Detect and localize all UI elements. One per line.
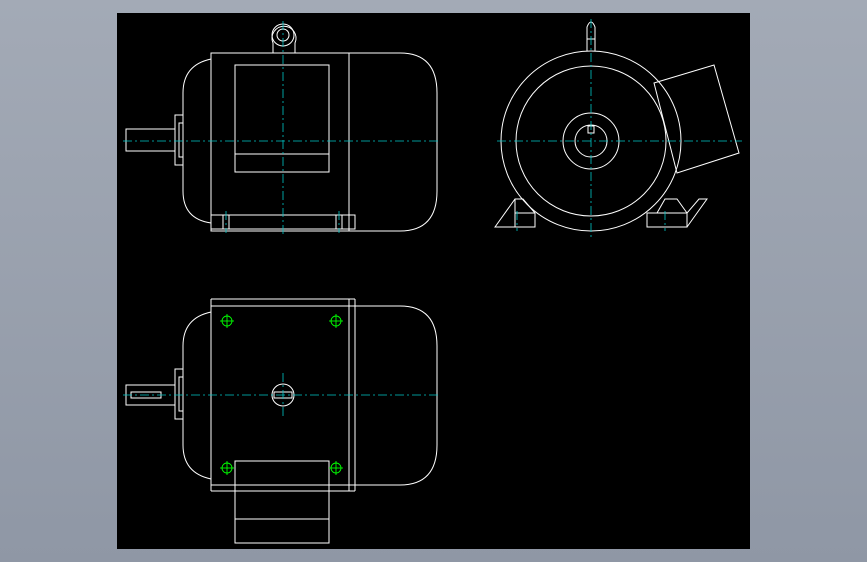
front-housing-outline <box>210 52 438 232</box>
front-terminal-box <box>234 64 330 173</box>
mount-hole-marks <box>220 314 343 475</box>
top-terminal-box <box>234 460 330 544</box>
top-view <box>123 298 440 544</box>
top-shaft <box>125 384 176 406</box>
front-shaft <box>125 128 176 152</box>
side-terminal-box <box>653 64 740 174</box>
side-view <box>494 19 742 237</box>
cad-viewport[interactable] <box>117 13 750 549</box>
front-view <box>123 21 440 235</box>
top-housing-outline <box>210 305 438 486</box>
motor-drawing <box>123 19 742 544</box>
top-end-shield <box>182 311 212 480</box>
